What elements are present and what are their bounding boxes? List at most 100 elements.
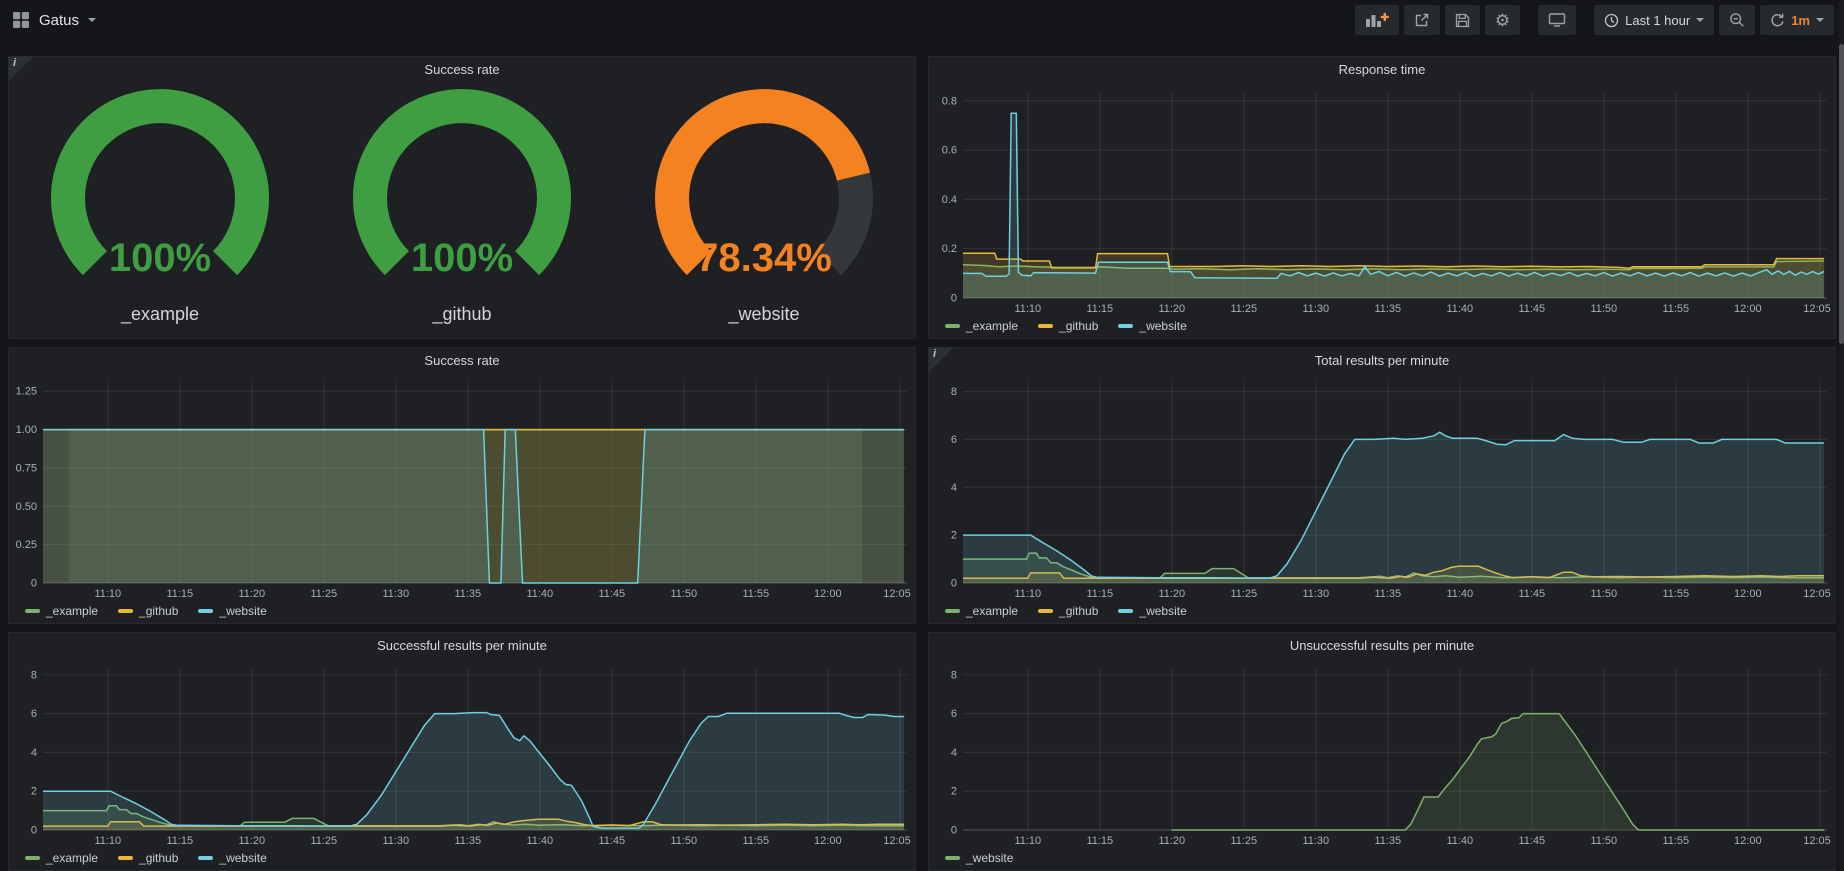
chevron-down-icon (88, 18, 96, 22)
svg-text:11:35: 11:35 (454, 835, 481, 847)
time-range-picker[interactable]: Last 1 hour (1594, 5, 1714, 35)
page-scrollbar[interactable] (1839, 0, 1844, 871)
panel-info-icon[interactable]: i (929, 348, 953, 372)
svg-text:11:40: 11:40 (1446, 303, 1473, 315)
svg-text:12:05: 12:05 (1803, 303, 1831, 315)
legend-label: _website (219, 851, 266, 865)
panel-info-icon[interactable]: i (9, 57, 33, 81)
legend-label: _github (139, 851, 178, 865)
add-panel-button[interactable] (1355, 5, 1399, 35)
svg-text:11:25: 11:25 (1230, 588, 1257, 600)
chart-legend: _example _github _website (929, 601, 1835, 623)
successful-results-chart[interactable]: 0246811:1011:1511:2011:2511:3011:3511:40… (9, 659, 915, 848)
success-rate-chart[interactable]: 00.250.500.751.001.2511:1011:1511:2011:2… (9, 374, 915, 601)
panel-title[interactable]: Success rate (9, 57, 915, 83)
legend-item-_website[interactable]: _website (198, 851, 266, 865)
svg-text:78.34%: 78.34% (696, 236, 832, 280)
legend-item-_github[interactable]: _github (1038, 319, 1098, 333)
svg-text:11:30: 11:30 (1302, 835, 1329, 847)
legend-item-_example[interactable]: _example (25, 604, 98, 618)
svg-text:100%: 100% (411, 236, 513, 280)
svg-text:11:10: 11:10 (1014, 835, 1041, 847)
monitor-icon (1548, 12, 1566, 28)
response-time-chart[interactable]: 00.20.40.60.811:1011:1511:2011:2511:3011… (929, 83, 1835, 316)
dashboard-grid: i Success rate 100%_example 100%_github … (0, 40, 1844, 871)
svg-text:8: 8 (951, 386, 957, 398)
legend-label: _example (46, 604, 98, 618)
legend-item-_website[interactable]: _website (1118, 319, 1186, 333)
legend-item-_github[interactable]: _github (1038, 604, 1098, 618)
svg-text:_github: _github (431, 304, 491, 325)
svg-text:11:30: 11:30 (382, 588, 409, 600)
chart-legend: _example _github _website (9, 848, 915, 870)
zoom-out-button[interactable] (1719, 5, 1755, 35)
legend-item-_example[interactable]: _example (945, 319, 1018, 333)
svg-text:11:30: 11:30 (382, 835, 409, 847)
gauge-github: 100% _github (311, 83, 613, 338)
panel-title[interactable]: Response time (929, 57, 1835, 83)
time-range-label: Last 1 hour (1625, 13, 1690, 28)
legend-swatch (1118, 609, 1133, 613)
svg-text:0: 0 (31, 578, 37, 590)
svg-text:0: 0 (951, 293, 957, 305)
legend-label: _website (1139, 604, 1186, 618)
legend-item-_website[interactable]: _website (198, 604, 266, 618)
settings-button[interactable]: ⚙ (1485, 5, 1520, 35)
svg-text:11:50: 11:50 (670, 835, 697, 847)
svg-text:11:55: 11:55 (1662, 588, 1689, 600)
gear-icon: ⚙ (1495, 12, 1510, 29)
panel-title[interactable]: Total results per minute (929, 348, 1835, 374)
svg-text:2: 2 (951, 786, 957, 798)
svg-text:6: 6 (951, 708, 957, 720)
save-button[interactable] (1445, 5, 1480, 35)
dashboard-title[interactable]: Gatus (39, 12, 79, 29)
svg-text:8: 8 (951, 669, 957, 681)
chart-legend: _example _github _website (9, 601, 915, 623)
total-results-chart[interactable]: 0246811:1011:1511:2011:2511:3011:3511:40… (929, 374, 1835, 601)
panel-success-rate-gauges: i Success rate 100%_example 100%_github … (8, 56, 916, 339)
svg-text:12:00: 12:00 (1734, 835, 1762, 847)
unsuccessful-results-chart[interactable]: 0246811:1011:1511:2011:2511:3011:3511:40… (929, 659, 1835, 848)
svg-text:11:40: 11:40 (526, 835, 553, 847)
dashboards-grid-icon[interactable] (12, 11, 30, 29)
panel-title[interactable]: Successful results per minute (9, 633, 915, 659)
navbar-left: Gatus (12, 11, 96, 29)
svg-text:0.50: 0.50 (16, 501, 37, 513)
chevron-down-icon (1816, 18, 1824, 22)
panel-total-results: i Total results per minute 0246811:1011:… (928, 347, 1836, 624)
svg-text:11:55: 11:55 (742, 588, 769, 600)
svg-text:12:00: 12:00 (1734, 303, 1762, 315)
legend-item-_website[interactable]: _website (1118, 604, 1186, 618)
svg-text:11:20: 11:20 (1158, 303, 1185, 315)
share-button[interactable] (1404, 5, 1440, 35)
chevron-down-icon (1696, 18, 1704, 22)
svg-text:0.75: 0.75 (16, 462, 37, 474)
svg-text:11:25: 11:25 (1230, 303, 1257, 315)
svg-text:0.25: 0.25 (16, 539, 37, 551)
svg-text:11:10: 11:10 (94, 588, 121, 600)
panel-title[interactable]: Success rate (9, 348, 915, 374)
legend-label: _example (966, 319, 1018, 333)
share-icon (1414, 12, 1430, 28)
cycle-view-button[interactable] (1538, 5, 1576, 35)
svg-text:11:50: 11:50 (670, 588, 697, 600)
legend-swatch (945, 609, 960, 613)
legend-item-_website[interactable]: _website (945, 851, 1013, 865)
clock-icon (1604, 13, 1619, 28)
legend-swatch (118, 856, 133, 860)
panel-title[interactable]: Unsuccessful results per minute (929, 633, 1835, 659)
refresh-icon (1770, 13, 1785, 28)
svg-text:12:00: 12:00 (1734, 588, 1762, 600)
refresh-button[interactable]: 1m (1760, 5, 1834, 35)
legend-item-_example[interactable]: _example (25, 851, 98, 865)
svg-text:0.2: 0.2 (942, 243, 957, 255)
legend-item-_example[interactable]: _example (945, 604, 1018, 618)
scrollbar-thumb[interactable] (1839, 44, 1844, 344)
legend-item-_github[interactable]: _github (118, 851, 178, 865)
refresh-interval-label[interactable]: 1m (1791, 13, 1810, 28)
legend-item-_github[interactable]: _github (118, 604, 178, 618)
navbar-toolbar: ⚙ Last 1 hour 1m (1350, 5, 1834, 35)
svg-text:1.25: 1.25 (16, 386, 37, 398)
legend-label: _website (966, 851, 1013, 865)
svg-text:6: 6 (31, 708, 37, 720)
